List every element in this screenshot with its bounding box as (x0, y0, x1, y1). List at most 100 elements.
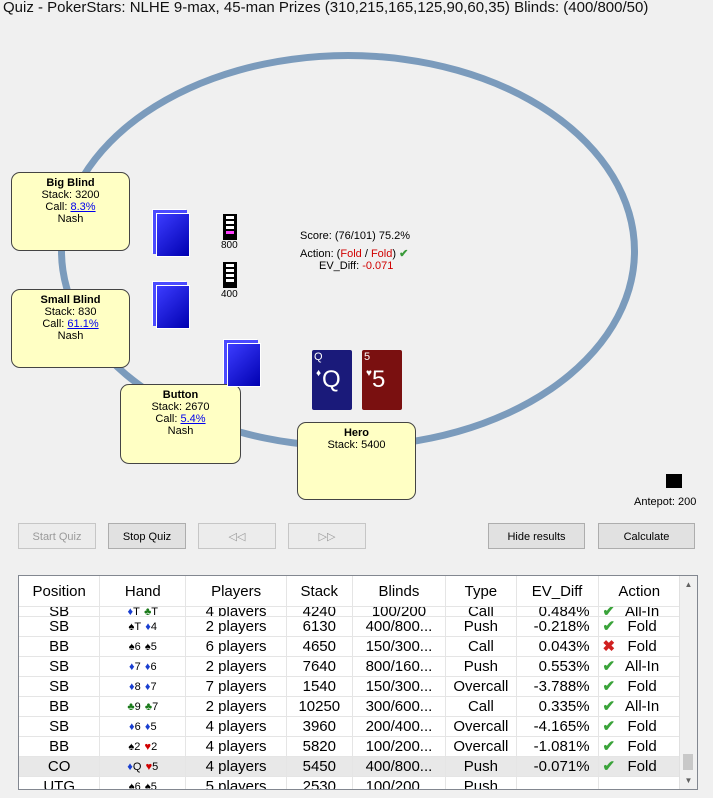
cell-ev-diff (516, 776, 599, 789)
card-back-button (227, 343, 261, 387)
cell-type: Overcall (445, 736, 517, 757)
table-row[interactable]: CO ♦Q ♥5 4 players 5450 400/800... Push -0.071… (19, 756, 682, 777)
cell-blinds: 100/200... (352, 776, 447, 789)
table-row[interactable]: BB ♠2 ♥2 4 players 5820 100/200... Overcall -1… (19, 736, 682, 757)
cell-ev-diff: 0.335% (516, 696, 599, 717)
scroll-thumb[interactable] (683, 754, 693, 770)
cell-hand: ♠T ♦4 (99, 616, 187, 637)
cell-action: ✔ All-In (598, 606, 682, 617)
cell-ev-diff: -1.081% (516, 736, 599, 757)
scroll-up-icon[interactable]: ▲ (680, 576, 697, 593)
check-icon: ✔ (602, 606, 616, 617)
cell-action: ✔ All-In (598, 656, 682, 677)
hide-results-button[interactable]: Hide results (488, 523, 585, 549)
cell-blinds: 150/300... (352, 636, 447, 657)
col-stack[interactable]: Stack (286, 576, 353, 607)
call-percent-link[interactable]: 61.1% (67, 318, 98, 330)
cell-players: 4 players (185, 736, 287, 757)
ev-line: EV_Diff: -0.071 (319, 260, 394, 272)
col-ev-diff[interactable]: EV_Diff (516, 576, 599, 607)
window-title: Quiz - PokerStars: NLHE 9-max, 45-man Pr… (0, 0, 713, 18)
cell-position: SB (19, 656, 101, 677)
cell-stack: 10250 (286, 696, 353, 717)
cell-players: 6 players (185, 636, 287, 657)
seat-button: Button Stack: 2670 Call: 5.4% Nash (120, 384, 241, 464)
col-action[interactable]: Action (598, 576, 682, 607)
cell-blinds: 150/300... (352, 676, 447, 697)
start-quiz-button[interactable]: Start Quiz (18, 523, 96, 549)
cell-stack: 7640 (286, 656, 353, 677)
cell-type: Push (445, 756, 517, 777)
cell-blinds: 200/400... (352, 716, 447, 737)
seat-strategy: Nash (167, 425, 194, 437)
cell-action: ✔ Fold (598, 716, 682, 737)
cell-action: ✔ Fold (598, 736, 682, 757)
cell-type: Call (445, 606, 517, 617)
cell-action: ✔ Fold (598, 676, 682, 697)
check-icon: ✔ (602, 657, 616, 675)
check-icon: ✔ (602, 737, 616, 755)
check-icon: ✔ (602, 677, 616, 695)
cell-hand: ♠2 ♥2 (99, 736, 187, 757)
table-row[interactable]: SB ♦8 ♦7 7 players 1540 150/300... Overcall -3… (19, 676, 682, 697)
call-percent-link[interactable]: 5.4% (180, 413, 205, 425)
cell-stack: 2530 (286, 776, 353, 789)
cell-type: Overcall (445, 676, 517, 697)
cell-position: BB (19, 736, 101, 757)
col-type[interactable]: Type (445, 576, 517, 607)
cell-blinds: 300/600... (352, 696, 447, 717)
cell-action: ✔ Fold (598, 616, 682, 637)
col-position[interactable]: Position (19, 576, 101, 607)
table-row[interactable]: SB ♦T ♣T 4 players 4240 100/200 Call 0.484% ✔ Al… (19, 606, 682, 617)
bet-amount-bb: 800 (221, 240, 238, 251)
rewind-button[interactable]: ◁◁ (198, 523, 276, 549)
table-row[interactable]: SB ♦6 ♦5 4 players 3960 200/400... Overcall -4… (19, 716, 682, 737)
seat-call: Call: 8.3% (45, 201, 96, 213)
stop-quiz-button[interactable]: Stop Quiz (108, 523, 186, 549)
results-table[interactable]: Position Hand Players Stack Blinds Type … (18, 575, 698, 790)
cell-type: Call (445, 636, 517, 657)
cell-position: SB (19, 716, 101, 737)
cell-action (598, 776, 682, 790)
col-players[interactable]: Players (185, 576, 287, 607)
seat-call: Call: 5.4% (155, 413, 206, 425)
call-percent-link[interactable]: 8.3% (70, 201, 95, 213)
table-row[interactable]: BB ♠6 ♠5 6 players 4650 150/300... Call 0.043%… (19, 636, 682, 657)
col-hand[interactable]: Hand (99, 576, 187, 607)
card-back-small-blind (156, 285, 190, 329)
seat-strategy: Nash (57, 213, 84, 225)
cell-type: Push (445, 776, 517, 789)
cross-icon: ✖ (602, 637, 616, 655)
cell-position: BB (19, 696, 101, 717)
cell-hand: ♦6 ♦5 (99, 716, 187, 737)
table-row[interactable]: SB ♠T ♦4 2 players 6130 400/800... Push -0.218… (19, 616, 682, 637)
seat-name: Hero (343, 427, 370, 439)
cell-ev-diff: 0.484% (516, 606, 599, 617)
forward-button[interactable]: ▷▷ (288, 523, 366, 549)
cell-ev-diff: 0.043% (516, 636, 599, 657)
cell-stack: 1540 (286, 676, 353, 697)
table-row[interactable]: UTG ♠6 ♠5 5 players 2530 100/200... Push (19, 776, 682, 790)
scroll-down-icon[interactable]: ▼ (680, 772, 697, 789)
table-header-row: Position Hand Players Stack Blinds Type … (19, 576, 682, 607)
cell-hand: ♦Q ♥5 (99, 756, 187, 777)
film-icon[interactable] (666, 474, 682, 488)
hero-card-2: 5 ♥ 5 (362, 350, 402, 410)
cell-position: BB (19, 636, 101, 657)
cell-stack: 4240 (286, 606, 353, 617)
check-icon: ✔ (602, 697, 616, 715)
cell-stack: 3960 (286, 716, 353, 737)
table-row[interactable]: SB ♦7 ♦6 2 players 7640 800/160... Push 0.553%… (19, 656, 682, 677)
chip-stack-icon (223, 214, 237, 240)
table-row[interactable]: BB ♣9 ♣7 2 players 10250 300/600... Call 0.335… (19, 696, 682, 717)
calculate-button[interactable]: Calculate (598, 523, 695, 549)
empty-mark (603, 778, 616, 790)
seat-name: Big Blind (46, 177, 95, 189)
vertical-scrollbar[interactable]: ▲ ▼ (679, 576, 697, 789)
check-icon: ✔ (399, 248, 409, 260)
score-line: Score: (76/101) 75.2% (300, 230, 411, 242)
col-blinds[interactable]: Blinds (352, 576, 447, 607)
cell-stack: 5450 (286, 756, 353, 777)
cell-position: CO (19, 756, 101, 777)
cell-stack: 5820 (286, 736, 353, 757)
